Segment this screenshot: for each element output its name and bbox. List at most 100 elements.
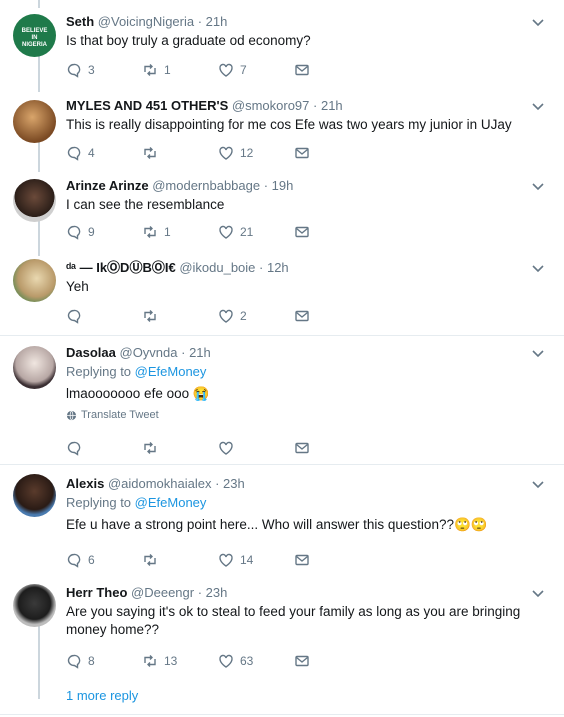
reply-button[interactable]: 6 (66, 552, 142, 568)
reply-button[interactable] (66, 440, 142, 456)
tweet[interactable]: Arinze Arinze @modernbabbage · 19h I can… (0, 170, 564, 250)
heart-icon (219, 654, 233, 668)
avatar[interactable] (13, 100, 56, 143)
heart-icon (219, 225, 233, 239)
dm-button[interactable] (294, 62, 370, 78)
author-handle[interactable]: @smokoro97 (232, 98, 310, 113)
more-replies-link[interactable]: 1 more reply (66, 688, 138, 703)
heart-icon (219, 441, 233, 455)
tweet[interactable]: ᵈᵃ — IkⓄDⓊBⓄI€ @ikodu_boie · 12h Yeh 2 (0, 250, 564, 334)
author-handle[interactable]: @Deeengr (131, 585, 194, 600)
author-name[interactable]: Dasolaa (66, 345, 116, 360)
retweet-icon (144, 442, 156, 454)
like-button[interactable]: 7 (218, 62, 294, 78)
like-count: 63 (240, 654, 254, 668)
dm-button[interactable] (294, 653, 370, 669)
like-button[interactable]: 14 (218, 552, 294, 568)
chevron-down-icon[interactable] (530, 14, 546, 30)
chevron-down-icon[interactable] (530, 178, 546, 194)
tweet[interactable]: BELIEVE IN NIGERIA Seth @VoicingNigeria … (0, 0, 564, 90)
like-button[interactable]: 12 (218, 145, 294, 161)
chevron-down-icon[interactable] (530, 345, 546, 361)
envelope-icon (295, 310, 309, 322)
author-name[interactable]: Herr Theo (66, 585, 127, 600)
reply-button[interactable] (66, 308, 142, 324)
retweet-button[interactable]: 13 (142, 653, 218, 669)
envelope-icon (295, 442, 309, 454)
replying-to-link[interactable]: @EfeMoney (135, 364, 207, 379)
timestamp[interactable]: 21h (206, 14, 228, 29)
author-name[interactable]: Arinze Arinze (66, 178, 149, 193)
retweet-button[interactable] (142, 308, 218, 324)
envelope-icon (295, 226, 309, 238)
author-name[interactable]: Alexis (66, 476, 104, 491)
retweet-count: 1 (164, 225, 171, 239)
retweet-count: 13 (164, 654, 178, 668)
retweet-icon (144, 147, 156, 159)
retweet-icon (144, 554, 156, 566)
author-handle[interactable]: @aidomokhaialex (108, 476, 212, 491)
translate-tweet-label: Translate Tweet (81, 409, 159, 421)
reply-button[interactable]: 4 (66, 145, 142, 161)
tweet-text: Is that boy truly a graduate od economy? (66, 33, 311, 48)
tweet[interactable]: Dasolaa @Oyvnda · 21h Replying to @EfeMo… (0, 336, 564, 463)
timestamp[interactable]: 21h (321, 98, 343, 113)
timestamp[interactable]: 21h (189, 345, 211, 360)
author-name[interactable]: ᵈᵃ — IkⓄDⓊBⓄI€ (66, 260, 176, 275)
author-name[interactable]: Seth (66, 14, 94, 29)
author-handle[interactable]: @modernbabbage (152, 178, 260, 193)
author-handle[interactable]: @VoicingNigeria (98, 14, 194, 29)
avatar[interactable] (13, 346, 56, 389)
dm-button[interactable] (294, 308, 370, 324)
retweet-button[interactable]: 1 (142, 224, 218, 240)
dm-button[interactable] (294, 440, 370, 456)
timestamp[interactable]: 19h (272, 178, 294, 193)
author-name[interactable]: MYLES AND 451 OTHER'S (66, 98, 228, 113)
author-handle[interactable]: @Oyvnda (120, 345, 178, 360)
avatar[interactable] (13, 474, 56, 517)
retweet-button[interactable]: 1 (142, 62, 218, 78)
dm-button[interactable] (294, 224, 370, 240)
like-button[interactable]: 2 (218, 308, 294, 324)
replying-to-link[interactable]: @EfeMoney (135, 495, 207, 510)
timestamp[interactable]: 23h (223, 476, 245, 491)
dm-button[interactable] (294, 145, 370, 161)
avatar[interactable] (13, 259, 56, 302)
like-button[interactable]: 63 (218, 653, 294, 669)
reply-icon (67, 146, 81, 161)
chevron-down-icon[interactable] (530, 476, 546, 492)
reply-button[interactable]: 3 (66, 62, 142, 78)
chevron-down-icon[interactable] (530, 98, 546, 114)
reply-count: 3 (88, 63, 95, 77)
heart-icon (219, 309, 233, 323)
retweet-button[interactable] (142, 552, 218, 568)
retweet-icon (144, 655, 156, 667)
timestamp[interactable]: 23h (206, 585, 228, 600)
like-count: 7 (240, 63, 247, 77)
envelope-icon (295, 147, 309, 159)
translate-tweet-button[interactable]: Translate Tweet (66, 409, 524, 421)
chevron-down-icon[interactable] (530, 585, 546, 601)
reply-button[interactable]: 8 (66, 653, 142, 669)
tweet[interactable]: Herr Theo @Deeengr · 23h Are you saying … (0, 575, 564, 685)
like-button[interactable] (218, 440, 294, 456)
tweet[interactable]: MYLES AND 451 OTHER'S @smokoro97 · 21h T… (0, 90, 564, 170)
tweet[interactable]: Alexis @aidomokhaialex · 23h Replying to… (0, 465, 564, 575)
divider (0, 714, 564, 715)
timestamp[interactable]: 12h (267, 260, 289, 275)
reply-count: 9 (88, 225, 95, 239)
author-handle[interactable]: @ikodu_boie (179, 260, 255, 275)
retweet-button[interactable] (142, 145, 218, 161)
chevron-down-icon[interactable] (530, 260, 546, 276)
like-count: 21 (240, 225, 254, 239)
retweet-button[interactable] (142, 440, 218, 456)
dm-button[interactable] (294, 552, 370, 568)
avatar[interactable]: BELIEVE IN NIGERIA (13, 14, 56, 57)
envelope-icon (295, 655, 309, 667)
heart-icon (219, 146, 233, 160)
avatar[interactable] (13, 179, 56, 222)
like-button[interactable]: 21 (218, 224, 294, 240)
reply-button[interactable]: 9 (66, 224, 142, 240)
reply-count: 8 (88, 654, 95, 668)
avatar[interactable] (13, 584, 56, 627)
